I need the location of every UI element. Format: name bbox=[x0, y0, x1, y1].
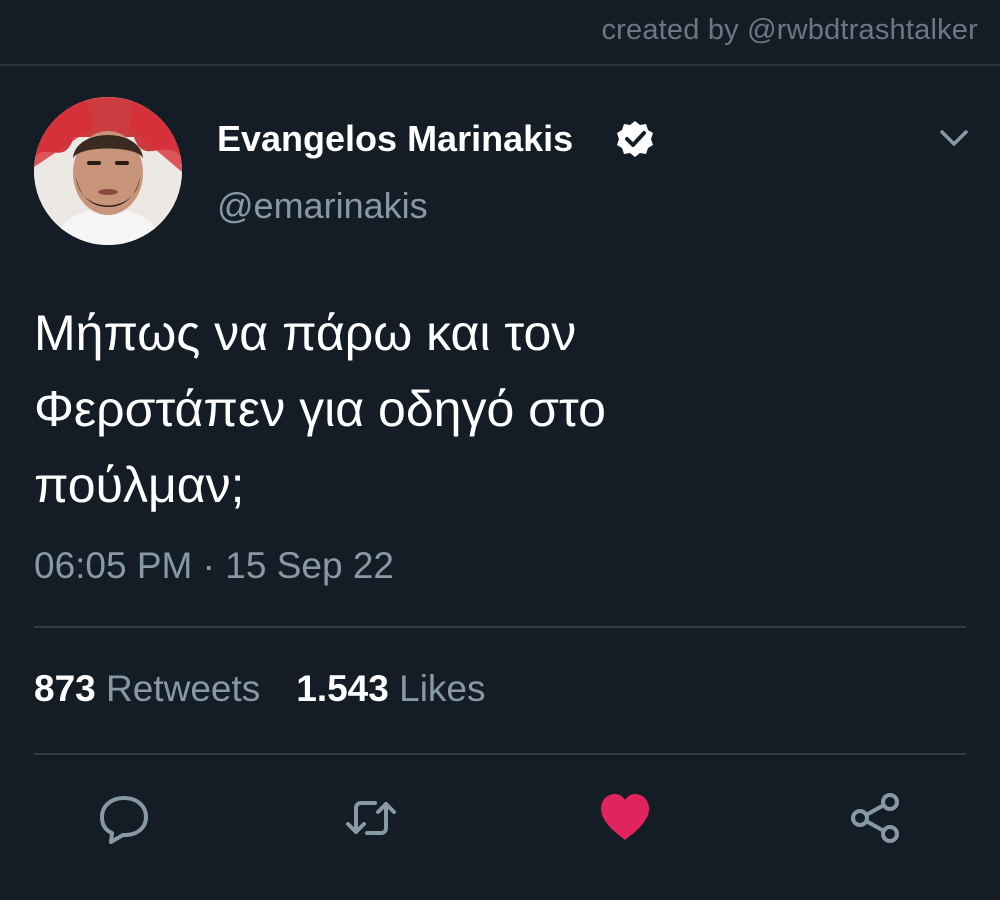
tweet-text: Μήπως να πάρω και τον Φερστάπεν για οδηγ… bbox=[34, 295, 934, 523]
tweet-stats: 873 Retweets 1.543 Likes bbox=[34, 668, 486, 710]
heart-icon bbox=[601, 794, 649, 840]
likes-label: Likes bbox=[399, 668, 486, 709]
verified-badge-icon bbox=[617, 121, 653, 157]
timestamp-separator: · bbox=[202, 545, 215, 586]
likes-stat[interactable]: 1.543 Likes bbox=[296, 668, 485, 709]
tweet-time: 06:05 PM bbox=[34, 545, 193, 586]
reply-button[interactable] bbox=[96, 790, 152, 846]
like-button[interactable] bbox=[597, 790, 653, 846]
tweet-text-line: Μήπως να πάρω και τον bbox=[34, 305, 577, 361]
header-divider bbox=[0, 64, 1000, 66]
tweet-timestamp[interactable]: 06:05 PM · 15 Sep 22 bbox=[34, 545, 394, 587]
avatar-photo-icon bbox=[34, 97, 182, 245]
stats-bottom-divider bbox=[34, 753, 966, 755]
speech-bubble-icon bbox=[100, 796, 148, 844]
retweets-stat[interactable]: 873 Retweets bbox=[34, 668, 260, 709]
share-icon bbox=[851, 793, 899, 843]
avatar[interactable] bbox=[34, 97, 182, 245]
tweet-date: 15 Sep 22 bbox=[225, 545, 394, 586]
chevron-down-icon[interactable] bbox=[936, 126, 972, 150]
retweets-count: 873 bbox=[34, 668, 96, 709]
author-display-name[interactable]: Evangelos Marinakis bbox=[217, 118, 573, 160]
likes-count: 1.543 bbox=[296, 668, 389, 709]
stats-top-divider bbox=[34, 626, 966, 628]
retweet-arrows-icon bbox=[346, 801, 396, 835]
watermark-credit: created by @rwbdtrashtalker bbox=[601, 14, 978, 46]
retweet-button[interactable] bbox=[343, 790, 399, 846]
retweets-label: Retweets bbox=[106, 668, 261, 709]
tweet-text-line: πούλμαν; bbox=[34, 457, 245, 513]
share-button[interactable] bbox=[848, 790, 904, 846]
tweet-text-line: Φερστάπεν για οδηγό στο bbox=[34, 381, 606, 437]
author-handle[interactable]: @emarinakis bbox=[217, 185, 428, 227]
